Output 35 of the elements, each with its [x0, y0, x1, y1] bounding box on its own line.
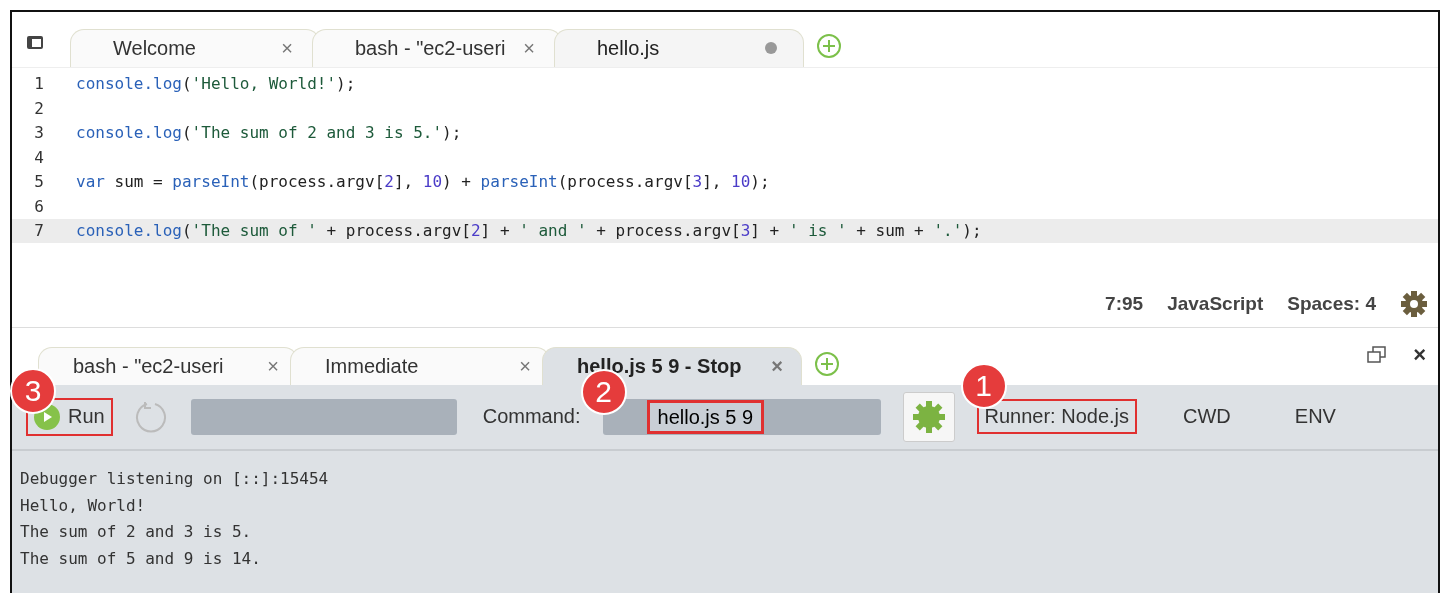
code-line: console.log('Hello, World!');: [75, 74, 356, 94]
editor-tab[interactable]: hello.js: [554, 28, 804, 67]
output-line: Hello, World!: [20, 495, 147, 517]
line-number: 5: [33, 172, 45, 192]
code-line: console.log('The sum of 2 and 3 is 5.');: [75, 123, 462, 143]
close-icon[interactable]: ×: [523, 36, 535, 60]
output-line: The sum of 2 and 3 is 5.: [20, 522, 253, 543]
line-number: 6: [33, 196, 45, 216]
line-number: 1: [33, 74, 45, 94]
cwd-button[interactable]: CWD: [1175, 399, 1239, 435]
close-icon[interactable]: ×: [1413, 342, 1426, 369]
line-number: 7: [33, 221, 45, 241]
code-line: var sum = parseInt(process.argv[2], 10) + parseInt(process.argv[3], 10);: [75, 172, 770, 192]
add-tab-icon[interactable]: [816, 32, 842, 59]
restore-icon[interactable]: [1367, 346, 1388, 365]
debug-button[interactable]: [902, 391, 955, 442]
output-line: Debugger listening on [::]:15454: [20, 469, 330, 490]
output-line: The sum of 5 and 9 is 14.: [20, 548, 262, 570]
restart-icon[interactable]: [134, 399, 169, 434]
env-button[interactable]: ENV: [1286, 399, 1344, 435]
line-number: 2: [33, 98, 45, 118]
line-number: 4: [33, 147, 45, 167]
close-icon[interactable]: ×: [519, 354, 531, 378]
command-label: Command:: [482, 405, 581, 429]
add-tab-icon[interactable]: [814, 350, 840, 377]
close-icon[interactable]: ×: [281, 36, 293, 60]
language-label[interactable]: JavaScript: [1167, 293, 1264, 316]
cursor-position: 7:95: [1105, 293, 1144, 316]
code-line: console.log('The sum of ' + process.argv[2] + ' and ' + process.argv[3] + ' is ' + sum + '.');: [75, 221, 982, 241]
settings-icon[interactable]: [1400, 290, 1428, 319]
input-field[interactable]: [190, 398, 457, 435]
line-number: 3: [33, 123, 45, 143]
indent-label[interactable]: Spaces: 4: [1287, 293, 1376, 316]
unsaved-dot-icon: [765, 42, 777, 55]
close-icon[interactable]: ×: [267, 354, 279, 378]
